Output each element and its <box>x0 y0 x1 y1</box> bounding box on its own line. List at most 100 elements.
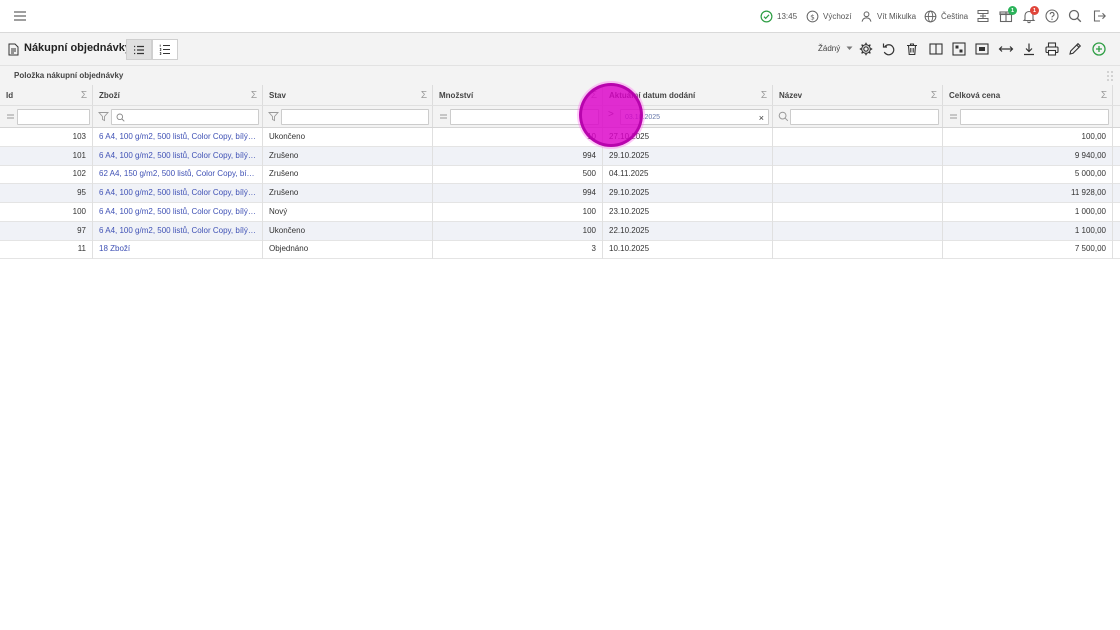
cell-item[interactable]: 6 A4, 100 g/m2, 500 listů, Color Copy, b… <box>93 202 263 222</box>
table-row[interactable]: 100 6 A4, 100 g/m2, 500 listů, Color Copy… <box>0 202 1120 222</box>
sum-icon[interactable]: Σ <box>81 90 87 101</box>
filter-cell-status <box>263 106 433 127</box>
currency-selector[interactable]: $ Výchozí <box>806 9 851 24</box>
column-label: Zboží <box>99 91 120 100</box>
cell-id: 95 <box>0 184 93 204</box>
grid-header-row: Id Σ Zboží Σ Stav Σ Množství Σ Aktuální … <box>0 85 1120 106</box>
detail-list-view-button[interactable] <box>152 39 178 60</box>
filter-input-item[interactable] <box>111 109 259 125</box>
caret-down-icon <box>846 46 853 51</box>
sum-icon[interactable]: Σ <box>761 90 767 101</box>
help-circle-icon[interactable] <box>1044 8 1060 24</box>
filter-input-total-price[interactable] <box>960 109 1109 125</box>
sync-status[interactable]: 13:45 <box>760 9 797 24</box>
cell-total-price: 1 000,00 <box>943 202 1113 222</box>
column-header-item[interactable]: Zboží Σ <box>93 85 263 105</box>
sum-icon[interactable]: Σ <box>421 90 427 101</box>
trash-icon[interactable] <box>904 41 920 57</box>
cell-quantity: 994 <box>433 184 603 204</box>
search-icon <box>116 113 125 122</box>
cell-item[interactable]: 6 A4, 100 g/m2, 500 listů, Color Copy, b… <box>93 221 263 241</box>
logout-icon[interactable] <box>1091 8 1107 24</box>
drag-handle-icon[interactable] <box>1106 70 1114 82</box>
funnel-icon[interactable] <box>98 111 109 122</box>
page-title: Nákupní objednávky <box>24 42 131 54</box>
filter-input-name[interactable] <box>790 109 939 125</box>
gear-icon[interactable] <box>858 41 874 57</box>
cell-id: 103 <box>0 128 93 147</box>
search-icon[interactable] <box>1067 8 1083 24</box>
column-header-id[interactable]: Id Σ <box>0 85 93 105</box>
cell-delivery-date: 23.10.2025 <box>603 202 773 222</box>
filter-cell-name <box>773 106 943 127</box>
column-header-quantity[interactable]: Množství Σ <box>433 85 603 105</box>
cell-total-price: 7 500,00 <box>943 240 1113 260</box>
cell-delivery-date: 10.10.2025 <box>603 240 773 260</box>
cell-status: Zrušeno <box>263 165 433 185</box>
cell-item[interactable]: 6 A4, 100 g/m2, 500 listů, Color Copy, b… <box>93 184 263 204</box>
column-header-total-price[interactable]: Celková cena Σ <box>943 85 1113 105</box>
columns-icon[interactable] <box>928 41 944 57</box>
gift-badge: 1 <box>1008 6 1017 15</box>
equals-icon[interactable] <box>438 111 449 122</box>
filter-input-id[interactable] <box>17 109 90 125</box>
sum-icon[interactable]: Σ <box>931 90 937 101</box>
column-header-name[interactable]: Název Σ <box>773 85 943 105</box>
cell-item[interactable]: 6 A4, 100 g/m2, 500 listů, Color Copy, b… <box>93 128 263 147</box>
user-name: Vít Mikulka <box>877 12 917 21</box>
cell-name <box>773 146 943 166</box>
user-icon <box>860 10 873 23</box>
cell-delivery-date: 22.10.2025 <box>603 221 773 241</box>
cell-total-price: 1 100,00 <box>943 221 1113 241</box>
download-icon[interactable] <box>1021 41 1037 57</box>
table-row[interactable]: 103 6 A4, 100 g/m2, 500 listů, Color Copy… <box>0 128 1120 147</box>
edit-pencil-icon[interactable] <box>1067 41 1083 57</box>
funnel-icon[interactable] <box>268 111 279 122</box>
sum-icon[interactable]: Σ <box>1101 90 1107 101</box>
clear-filter-icon[interactable]: × <box>759 113 764 123</box>
cell-name <box>773 202 943 222</box>
filter-input-quantity[interactable] <box>450 109 599 125</box>
cell-quantity: 10 <box>433 128 603 147</box>
focus-select-icon[interactable] <box>974 41 990 57</box>
cell-total-price: 9 940,00 <box>943 146 1113 166</box>
table-row[interactable]: 101 6 A4, 100 g/m2, 500 listů, Color Copy… <box>0 146 1120 166</box>
sitemap-icon[interactable] <box>975 8 991 24</box>
table-row[interactable]: 102 62 A4, 150 g/m2, 500 listů, Color Cop… <box>0 165 1120 185</box>
undo-icon[interactable] <box>881 41 897 57</box>
clock-time: 13:45 <box>777 12 798 21</box>
svg-text:$: $ <box>810 12 815 21</box>
select-all-icon[interactable] <box>951 41 967 57</box>
equals-icon[interactable] <box>948 111 959 122</box>
search-icon[interactable] <box>778 111 789 122</box>
print-icon[interactable] <box>1044 41 1060 57</box>
panel-title: Položka nákupní objednávky <box>14 71 124 80</box>
equals-icon[interactable] <box>5 111 16 122</box>
cell-quantity: 3 <box>433 240 603 260</box>
saved-view-select[interactable]: Žádný <box>818 44 853 53</box>
cell-status: Ukončeno <box>263 128 433 147</box>
cell-item[interactable]: 62 A4, 150 g/m2, 500 listů, Color Copy, … <box>93 165 263 185</box>
filter-cell-total-price <box>943 106 1113 127</box>
user-menu[interactable]: Vít Mikulka <box>860 9 916 24</box>
dollar-circle-icon: $ <box>806 10 819 23</box>
fit-width-icon[interactable] <box>998 41 1014 57</box>
add-circle-icon[interactable] <box>1091 41 1107 57</box>
table-row[interactable]: 97 6 A4, 100 g/m2, 500 listů, Color Copy,… <box>0 221 1120 241</box>
cell-name <box>773 221 943 241</box>
language-selector[interactable]: Čeština <box>924 9 968 24</box>
table-row[interactable]: 95 6 A4, 100 g/m2, 500 listů, Color Copy,… <box>0 184 1120 204</box>
cell-status: Nový <box>263 202 433 222</box>
sum-icon[interactable]: Σ <box>251 90 257 101</box>
column-header-status[interactable]: Stav Σ <box>263 85 433 105</box>
language-label: Čeština <box>941 12 969 21</box>
filter-cell-id <box>0 106 93 127</box>
cell-item[interactable]: 6 A4, 100 g/m2, 500 listů, Color Copy, b… <box>93 146 263 166</box>
list-view-button[interactable] <box>126 39 152 60</box>
hamburger-menu-icon[interactable] <box>12 8 28 24</box>
column-label: Stav <box>269 91 286 100</box>
cell-name <box>773 165 943 185</box>
cell-item[interactable]: 18 Zboží <box>93 240 263 260</box>
table-row[interactable]: 11 18 Zboží Objednáno 3 10.10.2025 7 500,00 <box>0 240 1120 260</box>
filter-input-status[interactable] <box>281 109 429 125</box>
